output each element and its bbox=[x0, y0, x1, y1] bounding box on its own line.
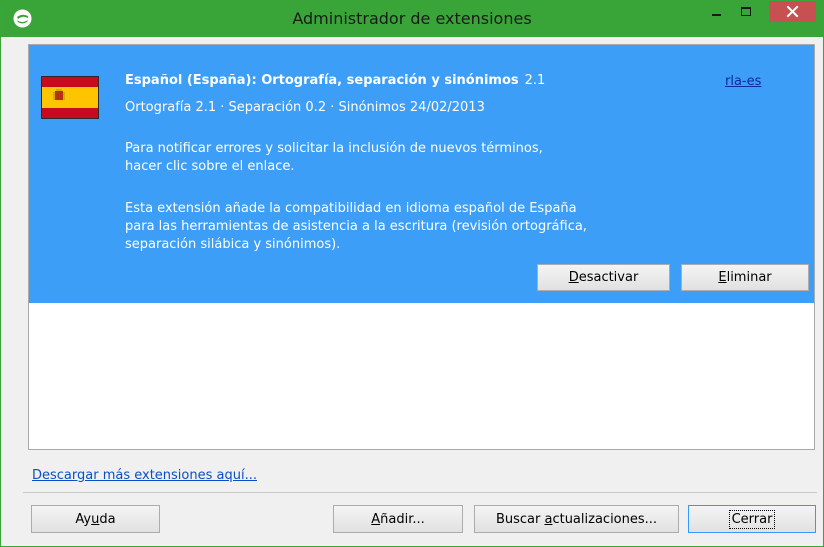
maximize-icon bbox=[741, 7, 751, 16]
help-button[interactable]: Ayuda bbox=[31, 505, 160, 533]
disable-button[interactable]: Desactivar bbox=[537, 264, 670, 291]
check-updates-button[interactable]: Buscar actualizaciones... bbox=[474, 505, 679, 533]
description-line: para las herramientas de asistencia a la… bbox=[125, 219, 587, 234]
extension-item-selected[interactable]: Español (España): Ortografía, separación… bbox=[29, 45, 814, 303]
minimize-icon bbox=[712, 14, 721, 16]
remove-button[interactable]: Eliminar bbox=[681, 264, 809, 291]
description-line: Para notificar errores y solicitar la in… bbox=[125, 141, 543, 156]
window-title: Administrador de extensiones bbox=[292, 9, 532, 28]
add-button[interactable]: Añadir... bbox=[333, 505, 463, 533]
extension-version: 2.1 bbox=[524, 73, 546, 88]
description-line: hacer clic sobre el enlace. bbox=[125, 159, 295, 174]
close-icon bbox=[786, 5, 799, 18]
maximize-button[interactable] bbox=[732, 1, 760, 22]
close-button[interactable]: Cerrar bbox=[688, 505, 816, 533]
description-line: Esta extensión añade la compatibilidad e… bbox=[125, 201, 577, 216]
extension-details: Ortografía 2.1 · Separación 0.2 · Sinóni… bbox=[125, 100, 485, 115]
publisher-link[interactable]: rla-es bbox=[725, 74, 761, 89]
spain-flag-icon bbox=[41, 76, 99, 119]
footer-divider bbox=[23, 492, 817, 493]
extension-name: Español (España): Ortografía, separación… bbox=[125, 73, 546, 88]
extension-manager-window: Administrador de extensiones Español (Es… bbox=[0, 0, 824, 547]
extension-list[interactable]: Español (España): Ortografía, separación… bbox=[28, 44, 815, 450]
close-window-button[interactable] bbox=[769, 1, 816, 22]
download-more-extensions-link[interactable]: Descargar más extensiones aquí... bbox=[32, 468, 257, 483]
minimize-button[interactable] bbox=[703, 1, 731, 22]
description-line: separación silábica y sinónimos). bbox=[125, 237, 341, 252]
title-bar[interactable]: Administrador de extensiones bbox=[1, 1, 823, 37]
